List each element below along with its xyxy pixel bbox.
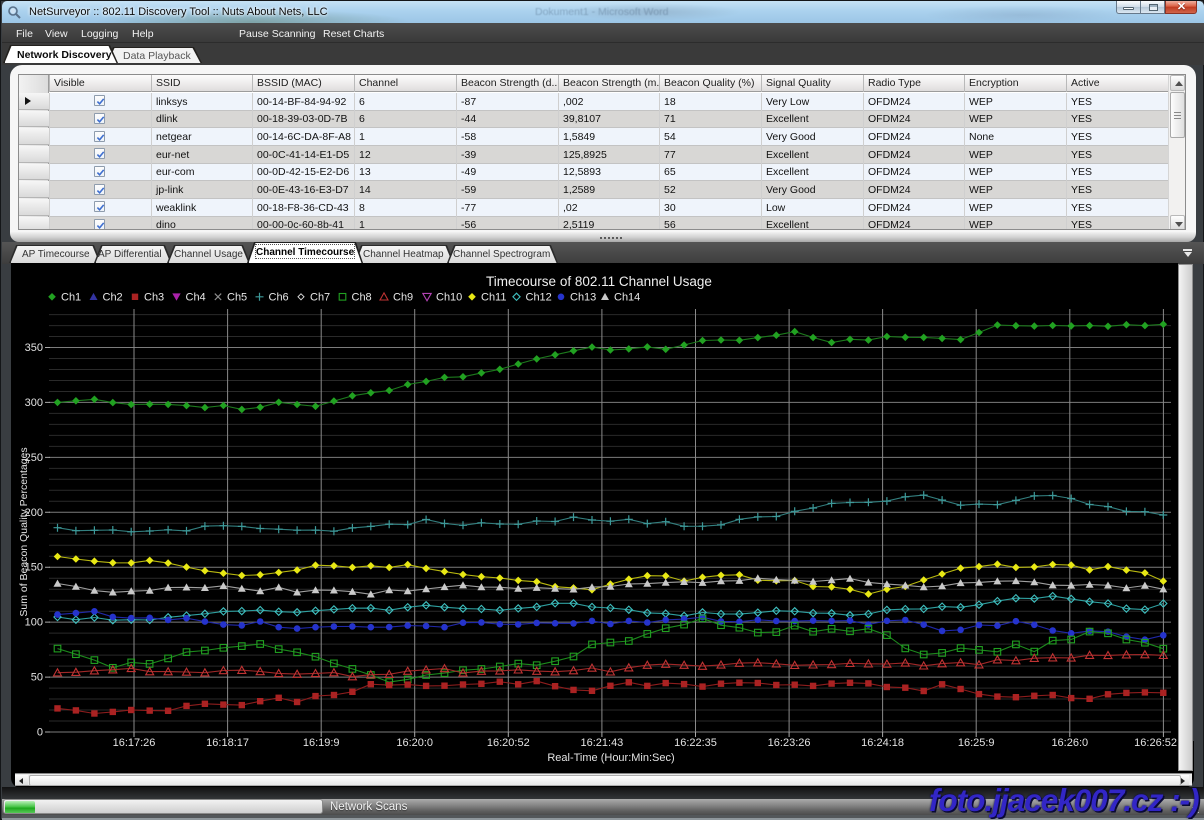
svg-text:Ch11: Ch11 (481, 292, 506, 304)
svg-text:Ch14: Ch14 (614, 292, 640, 304)
svg-text:Ch1: Ch1 (61, 292, 81, 304)
svg-text:100: 100 (25, 617, 43, 629)
svg-text:Ch10: Ch10 (436, 292, 462, 304)
svg-text:16:26:52: 16:26:52 (1134, 737, 1177, 749)
svg-text:Ch9: Ch9 (393, 292, 413, 304)
svg-text:16:22:35: 16:22:35 (674, 737, 717, 749)
svg-text:16:23:26: 16:23:26 (768, 737, 811, 749)
svg-text:16:17:26: 16:17:26 (113, 737, 156, 749)
svg-text:Ch8: Ch8 (352, 292, 372, 304)
svg-text:Ch3: Ch3 (144, 292, 164, 304)
svg-text:16:18:17: 16:18:17 (206, 737, 249, 749)
svg-text:16:21:43: 16:21:43 (580, 737, 623, 749)
svg-text:Ch2: Ch2 (103, 292, 123, 304)
svg-text:Ch7: Ch7 (310, 292, 330, 304)
svg-text:Sum of Beacon Quality Percenta: Sum of Beacon Quality Percentages (18, 447, 30, 616)
svg-text:Ch12: Ch12 (526, 292, 552, 304)
svg-text:Timecourse of 802.11 Channel U: Timecourse of 802.11 Channel Usage (486, 274, 712, 289)
svg-text:Ch13: Ch13 (570, 292, 596, 304)
svg-text:16:24:18: 16:24:18 (861, 737, 904, 749)
svg-text:Real-Time (Hour:Min:Sec): Real-Time (Hour:Min:Sec) (547, 752, 674, 764)
svg-text:350: 350 (25, 342, 43, 354)
svg-text:0: 0 (37, 727, 43, 739)
svg-text:16:25:9: 16:25:9 (958, 737, 995, 749)
svg-text:Ch6: Ch6 (269, 292, 289, 304)
svg-text:300: 300 (25, 397, 43, 409)
svg-text:16:26:0: 16:26:0 (1051, 737, 1088, 749)
svg-text:Ch4: Ch4 (186, 292, 206, 304)
svg-text:16:20:52: 16:20:52 (487, 737, 530, 749)
svg-text:50: 50 (31, 672, 43, 684)
svg-text:16:19:9: 16:19:9 (303, 737, 340, 749)
svg-text:16:20:0: 16:20:0 (396, 737, 433, 749)
svg-text:Ch5: Ch5 (227, 292, 247, 304)
